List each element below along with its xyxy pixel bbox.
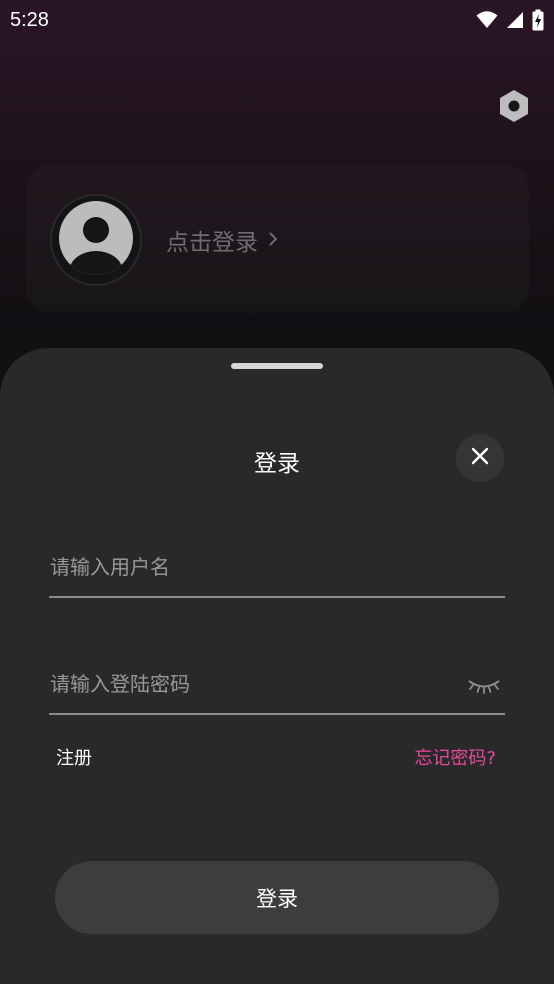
- status-icons: [476, 9, 544, 31]
- forgot-password-link[interactable]: 忘记密码?: [414, 744, 496, 770]
- close-button[interactable]: [456, 434, 504, 482]
- avatar[interactable]: [50, 194, 142, 286]
- profile-card[interactable]: 点击登录: [26, 165, 529, 313]
- password-visibility-toggle[interactable]: [467, 677, 501, 699]
- username-field-container: [49, 538, 505, 598]
- login-prompt-label: 点击登录: [166, 230, 258, 256]
- login-submit-label: 登录: [256, 886, 298, 911]
- password-field-container: [49, 655, 505, 715]
- password-input[interactable]: [49, 655, 449, 713]
- username-input[interactable]: [49, 538, 449, 596]
- close-icon: [471, 447, 489, 469]
- battery-charging-icon: [532, 9, 544, 31]
- settings-button[interactable]: [496, 90, 532, 126]
- status-time: 5:28: [10, 8, 49, 31]
- login-submit-button[interactable]: 登录: [55, 861, 499, 934]
- user-avatar-icon: [58, 200, 134, 280]
- hexagon-settings-icon: [498, 89, 530, 127]
- cell-signal-icon: [506, 11, 524, 29]
- login-bottom-sheet: 登录 注册 忘记密码? 登录: [0, 348, 554, 984]
- login-prompt-link[interactable]: 点击登录: [166, 223, 278, 257]
- eye-closed-icon: [467, 678, 501, 698]
- drag-handle[interactable]: [231, 363, 323, 369]
- wifi-icon: [476, 11, 498, 29]
- chevron-right-icon: [268, 227, 278, 253]
- status-bar: 5:28: [0, 0, 554, 40]
- register-link[interactable]: 注册: [56, 744, 92, 770]
